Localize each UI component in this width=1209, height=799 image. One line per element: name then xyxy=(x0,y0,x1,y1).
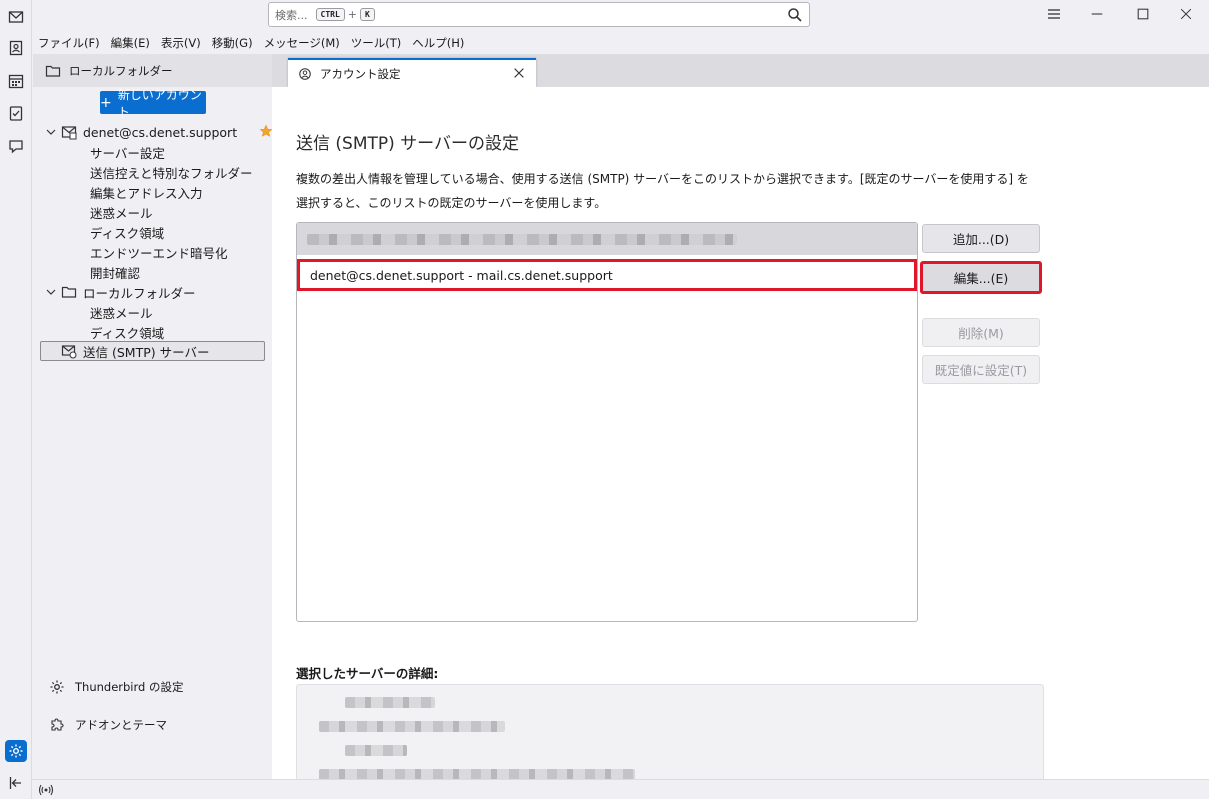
tab-strip: アカウント設定 xyxy=(272,54,1209,87)
tree-item-disk-space[interactable]: ディスク領域 xyxy=(90,222,164,242)
address-book-icon[interactable] xyxy=(5,37,27,59)
plus-icon: + xyxy=(100,94,112,111)
settings-link-label: Thunderbird の設定 xyxy=(75,680,184,694)
add-server-button[interactable]: 追加...(D) xyxy=(922,224,1040,253)
chevron-down-icon[interactable] xyxy=(45,286,57,298)
redacted-text xyxy=(345,697,435,708)
outgoing-server-icon xyxy=(61,345,77,359)
menu-tools[interactable]: ツール(T) xyxy=(351,35,402,51)
close-window-icon[interactable] xyxy=(1163,0,1209,28)
tree-item-composition[interactable]: 編集とアドレス入力 xyxy=(90,182,203,202)
menu-edit[interactable]: 編集(E) xyxy=(111,35,150,51)
tree-item-server-settings[interactable]: サーバー設定 xyxy=(90,142,165,162)
close-tab-icon[interactable] xyxy=(512,66,526,80)
mail-account-icon xyxy=(61,126,77,140)
tree-item-smtp-servers[interactable]: 送信 (SMTP) サーバー xyxy=(40,341,265,361)
remove-server-button[interactable]: 削除(M) xyxy=(922,318,1040,347)
account-tree-sidebar: + 新しいアカウント denet@cs.denet.support サーバー設定… xyxy=(33,87,273,779)
server-details-label: 選択したサーバーの詳細: xyxy=(296,666,439,681)
menu-help[interactable]: ヘルプ(H) xyxy=(412,35,464,51)
redacted-text xyxy=(345,745,407,756)
new-account-button[interactable]: + 新しいアカウント xyxy=(100,88,206,119)
folder-pane-title: ローカルフォルダー xyxy=(69,63,173,78)
search-icon[interactable] xyxy=(787,7,803,23)
server-row-label: denet@cs.denet.support - mail.cs.denet.s… xyxy=(310,267,613,283)
server-details-box xyxy=(296,684,1044,784)
folder-icon xyxy=(61,286,77,298)
redacted-server-row[interactable] xyxy=(297,223,917,255)
online-status-icon[interactable] xyxy=(38,782,54,798)
mail-icon[interactable] xyxy=(5,6,27,28)
tree-item-local-junk[interactable]: 迷惑メール xyxy=(90,302,153,322)
collapse-spaces-icon[interactable] xyxy=(5,772,27,794)
menu-view[interactable]: 表示(V) xyxy=(161,35,201,51)
search-placeholder: 検索... xyxy=(275,8,308,22)
chat-icon[interactable] xyxy=(5,135,27,157)
server-row-selected[interactable]: denet@cs.denet.support - mail.cs.denet.s… xyxy=(297,259,917,291)
tree-item-return-receipts[interactable]: 開封確認 xyxy=(90,262,140,282)
tree-item-local-disk-space[interactable]: ディスク領域 xyxy=(90,322,164,342)
status-bar xyxy=(32,779,1209,799)
menu-file[interactable]: ファイル(F) xyxy=(38,35,100,51)
default-account-star-icon xyxy=(259,124,273,137)
local-folders-row[interactable]: ローカルフォルダー xyxy=(45,282,196,302)
account-settings-icon xyxy=(299,67,311,80)
folder-icon xyxy=(45,65,61,77)
gear-icon xyxy=(50,680,64,694)
page-description: 複数の差出人情報を管理している場合、使用する送信 (SMTP) サーバーをこのリ… xyxy=(296,172,1029,210)
addons-themes-link[interactable]: アドオンとテーマ xyxy=(49,714,167,736)
tab-account-settings[interactable]: アカウント設定 xyxy=(288,58,536,87)
set-default-button[interactable]: 既定値に設定(T) xyxy=(922,355,1040,384)
thunderbird-settings-link[interactable]: Thunderbird の設定 xyxy=(49,676,183,698)
calendar-icon[interactable] xyxy=(5,70,27,92)
shortcut-ctrl-key: CTRL xyxy=(315,8,345,21)
menu-bar: ファイル(F) 編集(E) 表示(V) 移動(G) メッセージ(M) ツール(T… xyxy=(32,32,1209,54)
app-menu-icon[interactable] xyxy=(1031,0,1077,28)
title-bar: 検索... CTRL + K xyxy=(32,0,1209,32)
menu-go[interactable]: 移動(G) xyxy=(212,35,253,51)
smtp-settings-pane: 送信 (SMTP) サーバーの設定 複数の差出人情報を管理している場合、使用する… xyxy=(272,87,1209,784)
shortcut-plus: + xyxy=(347,8,357,21)
smtp-label: 送信 (SMTP) サーバー xyxy=(83,344,210,360)
account-name: denet@cs.denet.support xyxy=(83,124,238,140)
global-search-input[interactable]: 検索... CTRL + K xyxy=(268,2,810,27)
tab-label: アカウント設定 xyxy=(320,66,401,81)
folder-pane-tab[interactable]: ローカルフォルダー xyxy=(33,54,272,87)
shortcut-k-key: K xyxy=(359,8,375,21)
tasks-icon[interactable] xyxy=(5,102,27,124)
spaces-toolbar xyxy=(0,0,32,799)
minimize-icon[interactable] xyxy=(1074,0,1120,28)
new-account-label: 新しいアカウント xyxy=(117,87,202,119)
chevron-down-icon[interactable] xyxy=(45,126,57,138)
redacted-text xyxy=(307,233,737,245)
page-title: 送信 (SMTP) サーバーの設定 xyxy=(296,134,519,154)
account-row[interactable]: denet@cs.denet.support xyxy=(45,122,273,142)
local-folders-name: ローカルフォルダー xyxy=(83,285,196,301)
settings-space-icon[interactable] xyxy=(5,740,27,762)
redacted-text xyxy=(319,721,505,732)
addons-link-label: アドオンとテーマ xyxy=(75,718,167,732)
smtp-server-list[interactable]: denet@cs.denet.support - mail.cs.denet.s… xyxy=(296,222,918,622)
tree-item-e2e-encryption[interactable]: エンドツーエンド暗号化 xyxy=(90,242,228,262)
maximize-icon[interactable] xyxy=(1120,0,1166,28)
tree-item-copies-folders[interactable]: 送信控えと特別なフォルダー xyxy=(90,162,253,182)
tree-item-junk[interactable]: 迷惑メール xyxy=(90,202,153,222)
puzzle-icon xyxy=(51,718,64,731)
edit-server-button[interactable]: 編集...(E) xyxy=(920,261,1042,294)
menu-message[interactable]: メッセージ(M) xyxy=(264,35,340,51)
